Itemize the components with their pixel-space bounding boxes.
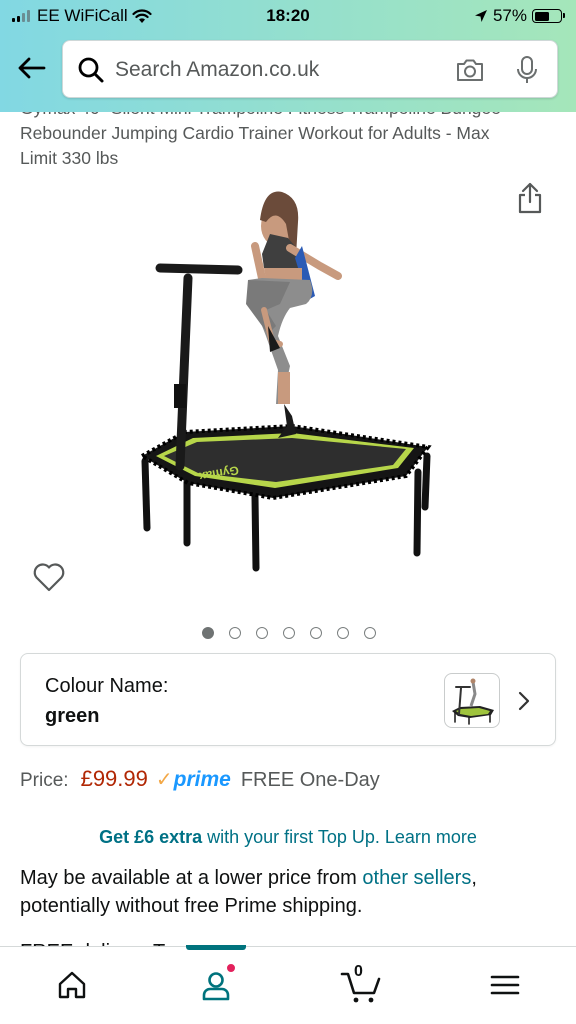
search-icon [78, 57, 104, 83]
other-sellers-line-1: May be available at a lower price from o… [20, 864, 560, 892]
chevron-right-icon[interactable] [517, 690, 531, 712]
top-header: EE WiFiCall 18:20 57% Search Amazon.co.u… [0, 0, 576, 112]
prime-logo-text: prime [173, 768, 231, 791]
other-sellers-line-2: potentially without free Prime shipping. [20, 895, 363, 917]
nav-cart[interactable]: 0 [340, 963, 381, 1005]
carousel-dot[interactable] [202, 627, 214, 639]
nav-home[interactable] [52, 965, 92, 1005]
clipped-delivery-line: FREE delivery Tue [20, 932, 220, 946]
camera-icon[interactable] [455, 57, 485, 83]
location-arrow-icon [474, 10, 487, 22]
active-tab-indicator [186, 945, 246, 950]
product-title-line-3: Limit 330 lbs [20, 148, 119, 168]
price-value: £99.99 [80, 766, 148, 791]
other-sellers-comma: , [471, 867, 477, 889]
other-sellers-link[interactable]: other sellers [362, 867, 471, 889]
carousel-dot[interactable] [229, 627, 241, 639]
nav-menu[interactable] [485, 965, 525, 1005]
carousel-dot[interactable] [256, 627, 268, 639]
status-bar-right: 57% [474, 6, 565, 26]
bottom-navigation: 0 [0, 945, 576, 1024]
nav-account[interactable] [196, 963, 236, 1005]
search-bar[interactable]: Search Amazon.co.uk [62, 40, 558, 98]
menu-icon [490, 975, 520, 995]
other-sellers-notice: May be available at a lower price from o… [20, 864, 560, 920]
heart-icon[interactable] [32, 561, 66, 593]
battery-icon [532, 9, 565, 23]
prime-check-icon: ✓ [155, 769, 173, 791]
status-bar: EE WiFiCall 18:20 57% [0, 0, 576, 32]
other-sellers-prefix: May be available at a lower price from [20, 867, 357, 889]
carousel-dot[interactable] [310, 627, 322, 639]
share-icon[interactable] [517, 182, 543, 214]
battery-percent: 57% [492, 6, 527, 25]
prime-badge: ✓ prime [156, 767, 231, 792]
carousel-dot[interactable] [283, 627, 295, 639]
microphone-icon[interactable] [515, 55, 539, 85]
notification-dot [226, 963, 236, 973]
carousel-dot[interactable] [337, 627, 349, 639]
colour-label: Colour Name: [45, 675, 169, 697]
carousel-dot[interactable] [364, 627, 376, 639]
colour-selector[interactable]: Colour Name: green [20, 653, 556, 746]
topup-promo-link[interactable]: Get £6 extra with your first Top Up. Lea… [0, 827, 576, 848]
topup-promo-text: with your first Top Up. Learn more [207, 827, 477, 847]
image-carousel-dots[interactable] [0, 627, 576, 639]
home-icon [58, 971, 86, 999]
product-image[interactable]: Gymax [130, 176, 440, 576]
colour-value: green [45, 705, 100, 727]
search-input[interactable]: Search Amazon.co.uk [115, 58, 319, 82]
back-arrow-icon[interactable] [16, 56, 46, 80]
price-row: Price: £99.99 ✓ prime FREE One-Day [20, 766, 380, 792]
price-label: Price: [20, 770, 69, 791]
cart-count: 0 [354, 963, 363, 980]
product-title-line-2: Rebounder Jumping Cardio Trainer Workout… [20, 123, 490, 143]
colour-thumbnail[interactable] [444, 673, 500, 728]
topup-promo-bold: Get £6 extra [99, 827, 203, 847]
delivery-text: FREE One-Day [240, 769, 380, 791]
